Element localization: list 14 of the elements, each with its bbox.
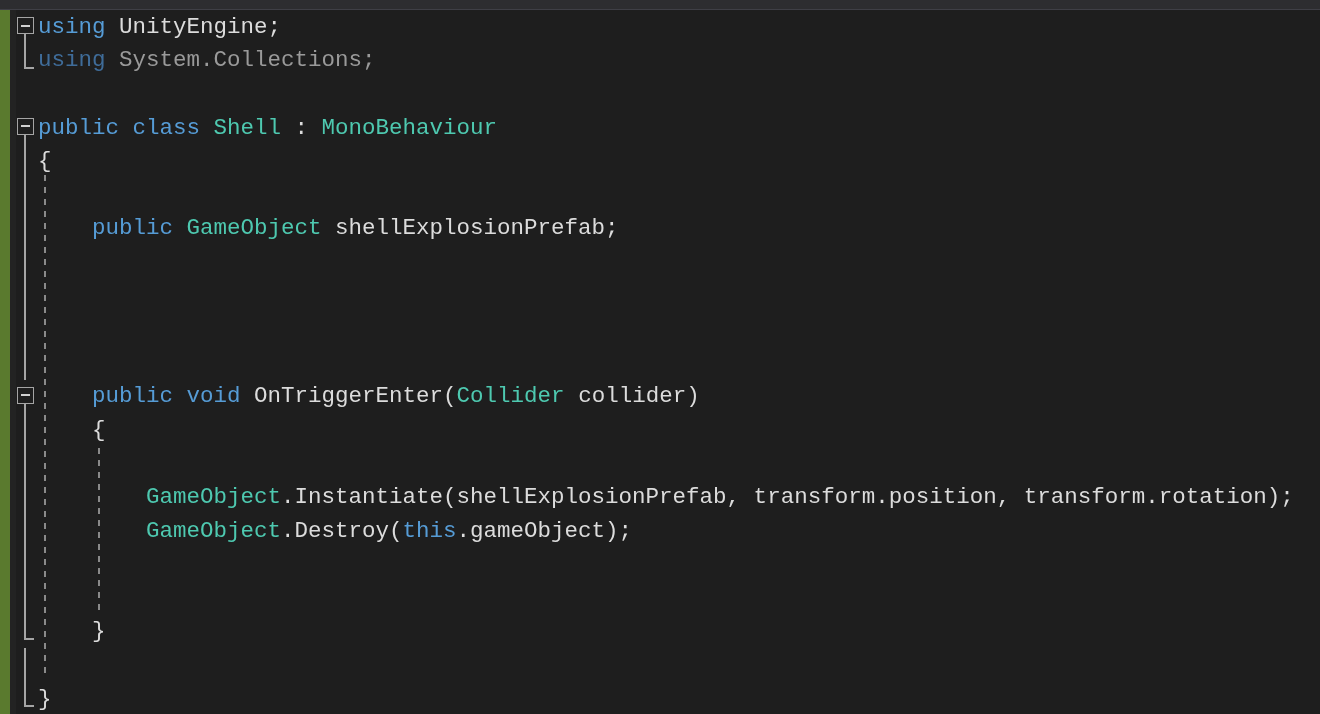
code-line: public class Shell : MonoBehaviour [38,114,498,141]
collapse-icon[interactable] [17,386,34,404]
code-line: } [91,618,106,645]
code-line: public void OnTriggerEnter(Collider collider) [91,383,700,410]
code-line: } [38,685,52,712]
code-line: { [91,416,106,443]
code-line: GameObject.Destroy(this.gameObject); [145,517,633,544]
code-line: public GameObject shellExplosionPrefab; [91,215,619,242]
code-line: GameObject.Instantiate(shellExplosionPrefab, transform.position, transform.rotation); [145,484,1294,511]
collapse-icon[interactable] [17,17,34,34]
code-line: { [38,148,52,175]
code-line: using System.Collections; [38,47,376,74]
code-line: using UnityEngine; [38,13,282,40]
collapse-icon[interactable] [17,117,34,135]
